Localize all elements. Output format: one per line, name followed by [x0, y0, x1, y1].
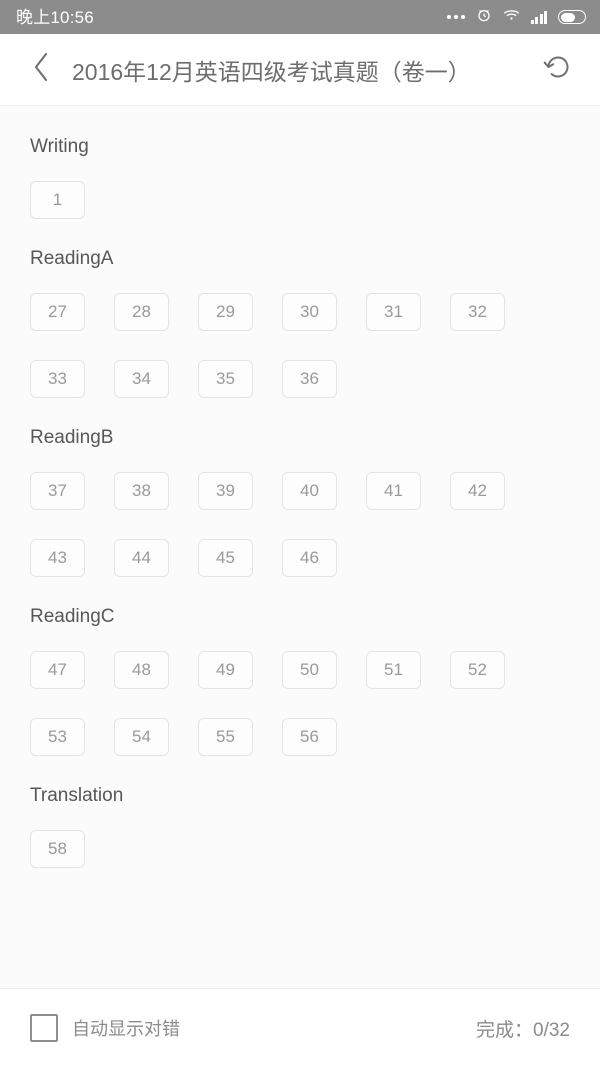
- section-readingb: ReadingB 37 38 39 40 41 42 43 44 45 46: [30, 398, 570, 577]
- question-grid: 37 38 39 40 41 42 43 44 45 46: [30, 472, 570, 577]
- question-button[interactable]: 27: [30, 293, 85, 331]
- question-button[interactable]: 39: [198, 472, 253, 510]
- completion-status: 完成：0/32: [476, 1019, 570, 1041]
- question-button[interactable]: 52: [450, 651, 505, 689]
- section-title: Translation: [30, 785, 124, 806]
- signal-bars-icon: [530, 10, 547, 24]
- bottom-bar: 自动显示对错 完成：0/32: [0, 988, 600, 1067]
- question-button[interactable]: 37: [30, 472, 85, 510]
- question-button[interactable]: 30: [282, 293, 337, 331]
- status-bar: 晚上10:56: [0, 0, 600, 34]
- question-grid: 27 28 29 30 31 32 33 34 35 36: [30, 293, 570, 398]
- section-title: Writing: [30, 136, 89, 157]
- question-button[interactable]: 49: [198, 651, 253, 689]
- question-button[interactable]: 54: [114, 718, 169, 756]
- question-button[interactable]: 34: [114, 360, 169, 398]
- question-button[interactable]: 33: [30, 360, 85, 398]
- section-title: ReadingB: [30, 427, 114, 448]
- question-button[interactable]: 45: [198, 539, 253, 577]
- question-grid: 58: [30, 830, 570, 868]
- auto-show-result-label: 自动显示对错: [72, 1019, 180, 1039]
- question-button[interactable]: 28: [114, 293, 169, 331]
- section-readingc: ReadingC 47 48 49 50 51 52 53 54 55 56: [30, 577, 570, 756]
- question-button[interactable]: 41: [366, 472, 421, 510]
- question-button[interactable]: 53: [30, 718, 85, 756]
- question-button[interactable]: 51: [366, 651, 421, 689]
- question-grid: 47 48 49 50 51 52 53 54 55 56: [30, 651, 570, 756]
- section-writing: Writing 1: [30, 107, 570, 219]
- section-title: ReadingA: [30, 248, 114, 269]
- section-readinga: ReadingA 27 28 29 30 31 32 33 34 35 36: [30, 219, 570, 398]
- question-button[interactable]: 31: [366, 293, 421, 331]
- reset-button[interactable]: [538, 48, 578, 92]
- question-button[interactable]: 42: [450, 472, 505, 510]
- more-dots-icon: [446, 14, 465, 20]
- question-button[interactable]: 36: [282, 360, 337, 398]
- question-button[interactable]: 55: [198, 718, 253, 756]
- auto-show-result-toggle[interactable]: 自动显示对错: [30, 1014, 180, 1042]
- question-button[interactable]: 46: [282, 539, 337, 577]
- question-button[interactable]: 47: [30, 651, 85, 689]
- question-button[interactable]: 44: [114, 539, 169, 577]
- question-button[interactable]: 48: [114, 651, 169, 689]
- question-button[interactable]: 35: [198, 360, 253, 398]
- back-button[interactable]: [24, 48, 58, 92]
- question-button[interactable]: 32: [450, 293, 505, 331]
- question-button[interactable]: 38: [114, 472, 169, 510]
- section-translation: Translation 58: [30, 756, 570, 868]
- wifi-icon: [503, 8, 520, 27]
- question-button[interactable]: 1: [30, 181, 85, 219]
- question-button[interactable]: 50: [282, 651, 337, 689]
- checkbox-unchecked-icon[interactable]: [30, 1014, 58, 1042]
- app-header: 2016年12月英语四级考试真题（卷一）: [0, 34, 600, 106]
- status-bar-icons: [446, 7, 586, 28]
- reset-refresh-icon: [541, 50, 575, 89]
- question-button[interactable]: 40: [282, 472, 337, 510]
- question-button[interactable]: 56: [282, 718, 337, 756]
- question-grid: 1: [30, 181, 570, 219]
- question-button[interactable]: 29: [198, 293, 253, 331]
- question-button[interactable]: 43: [30, 539, 85, 577]
- alarm-clock-icon: [476, 7, 492, 28]
- section-title: ReadingC: [30, 606, 115, 627]
- chevron-left-icon: [30, 50, 52, 89]
- question-list: Writing 1 ReadingA 27 28 29 30 31 32 33 …: [0, 107, 600, 988]
- battery-icon: [558, 10, 586, 24]
- question-button[interactable]: 58: [30, 830, 85, 868]
- status-bar-time: 晚上10:56: [16, 7, 94, 27]
- page-title: 2016年12月英语四级考试真题（卷一）: [72, 58, 471, 85]
